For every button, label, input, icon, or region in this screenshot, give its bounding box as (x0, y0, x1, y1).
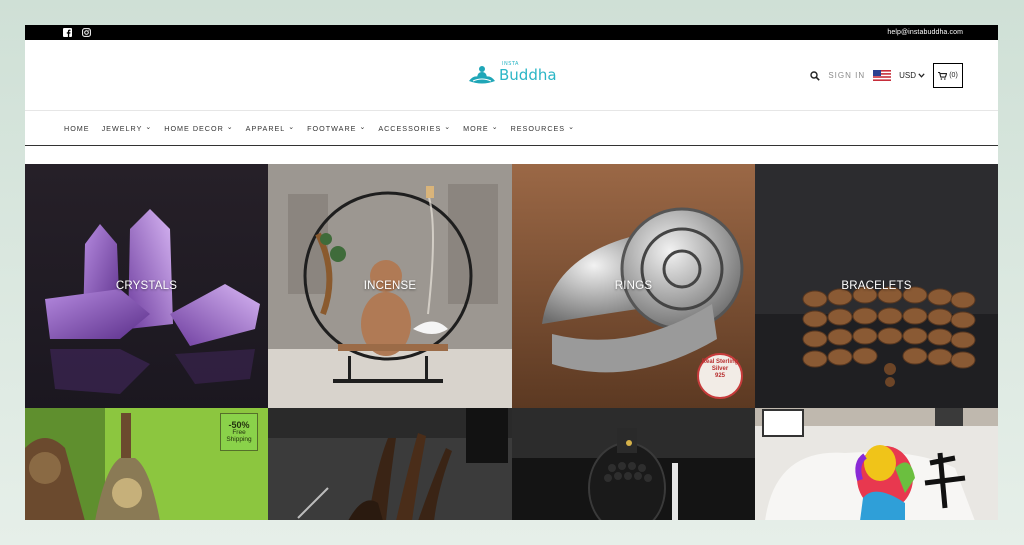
currency-selector[interactable]: USD (899, 71, 925, 80)
sale-line1: Free (232, 428, 246, 436)
site-logo[interactable]: INSTA Buddha (467, 61, 557, 86)
chevron-down-icon (918, 73, 925, 78)
sale-line2: Shipping (226, 435, 252, 443)
search-icon[interactable] (810, 70, 821, 81)
product-tile-bell[interactable]: -50% Free Shipping (25, 408, 268, 520)
cart-count: (0) (949, 72, 958, 79)
category-tile-crystals[interactable]: CRYSTALS (25, 164, 268, 408)
sale-percent: -50% (228, 419, 250, 430)
nav-item-label: HOME (64, 123, 90, 133)
main-nav: HOME JEWELRY ⌄ HOME DECOR ⌄ APPAREL ⌄ FOOTW… (25, 111, 998, 146)
currency-label: USD (899, 71, 916, 80)
chevron-down-icon: ⌄ (288, 124, 296, 131)
product-tile-buddha-head[interactable] (512, 408, 755, 520)
nav-item-home-decor[interactable]: HOME DECOR ⌄ (164, 124, 233, 133)
nav-item-apparel[interactable]: APPAREL ⌄ (246, 124, 296, 133)
logo-small-text: INSTA (502, 61, 519, 67)
nav-item-footware[interactable]: FOOTWARE ⌄ (307, 124, 366, 133)
category-label: CRYSTALS (115, 280, 178, 292)
product-tile-wooden-tools[interactable] (268, 408, 512, 520)
ring-stamp-text: Real Sterling Silver (701, 359, 739, 372)
chevron-down-icon: ⌄ (145, 124, 153, 131)
nav-item-resources[interactable]: RESOURCES ⌄ (511, 124, 575, 133)
ring-stamp-number: 925 (714, 373, 725, 379)
top-bar: help@instabuddha.com (25, 25, 998, 40)
cart-button[interactable]: (0) (933, 63, 963, 88)
nav-item-jewelry[interactable]: JEWELRY ⌄ (102, 124, 153, 133)
cart-icon (938, 71, 948, 80)
nav-item-label: MORE (463, 123, 489, 133)
product-tile-art-blanket[interactable] (755, 408, 998, 520)
chevron-down-icon: ⌄ (568, 124, 575, 131)
facebook-icon[interactable] (63, 28, 72, 37)
nav-item-accessories[interactable]: ACCESSORIES ⌄ (378, 124, 451, 133)
social-links (63, 28, 91, 37)
sign-in-link[interactable]: SIGN IN (828, 71, 865, 80)
chevron-down-icon: ⌄ (444, 124, 452, 131)
nav-item-label: JEWELRY (101, 123, 143, 133)
chevron-down-icon: ⌄ (359, 124, 367, 131)
logo-wordmark: INSTA Buddha (499, 61, 557, 84)
buddha-head-image (512, 408, 755, 520)
support-email-link[interactable]: help@instabuddha.com (887, 29, 963, 36)
category-grid: CRYSTALS INCENSE RINGS Real Sterling Sil… (25, 164, 998, 520)
nav-item-label: FOOTWARE (307, 123, 357, 133)
logo-main-text: Buddha (499, 66, 557, 84)
nav-item-label: RESOURCES (510, 123, 566, 133)
site-header: INSTA Buddha SIGN IN USD (0) (25, 40, 998, 111)
art-blanket-image (755, 408, 998, 520)
page-frame: help@instabuddha.com INSTA Buddha SIGN I… (25, 25, 998, 520)
category-tile-rings[interactable]: RINGS Real Sterling Silver 925 (512, 164, 755, 408)
category-label: INCENSE (363, 280, 417, 292)
nav-item-label: HOME DECOR (164, 123, 224, 133)
nav-item-label: APPAREL (245, 123, 286, 133)
nav-item-home[interactable]: HOME (64, 124, 90, 133)
ring-stamp: Real Sterling Silver 925 (698, 359, 742, 380)
buddha-logo-icon (467, 64, 497, 86)
chevron-down-icon: ⌄ (226, 124, 234, 131)
sale-badge: -50% Free Shipping (220, 413, 258, 451)
category-label: RINGS (614, 280, 653, 292)
us-flag-icon (873, 70, 892, 81)
category-tile-incense[interactable]: INCENSE (268, 164, 512, 408)
wooden-tools-image (268, 408, 512, 520)
category-tile-bracelets[interactable]: BRACELETS (755, 164, 998, 408)
header-actions: SIGN IN USD (0) (810, 63, 963, 88)
chevron-down-icon: ⌄ (491, 124, 499, 131)
nav-item-label: ACCESSORIES (378, 123, 442, 133)
instagram-icon[interactable] (82, 28, 91, 37)
category-label: BRACELETS (841, 280, 912, 292)
nav-item-more[interactable]: MORE ⌄ (463, 124, 498, 133)
